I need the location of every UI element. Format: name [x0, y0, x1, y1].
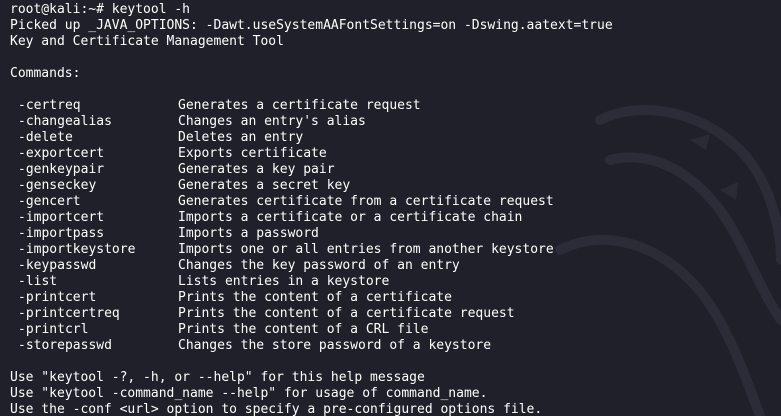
list-item: -certreq Generates a certificate request	[10, 98, 781, 114]
command-name: -delete	[18, 130, 73, 145]
commands-header: Commands:	[10, 66, 81, 81]
command-description: Imports one or all entries from another …	[178, 242, 554, 257]
list-item: -printcert Prints the content of a certi…	[10, 290, 781, 306]
commands-list: -certreq Generates a certificate request…	[10, 98, 781, 354]
list-item: -importkeystore Imports one or all entri…	[10, 242, 781, 258]
command-description: Generates a secret key	[178, 178, 351, 193]
command-description: Generates certificate from a certificate…	[178, 194, 554, 209]
command-name: -keypasswd	[18, 258, 97, 273]
list-item: -genseckey Generates a secret key	[10, 178, 781, 194]
list-item: -storepasswd Changes the store password …	[10, 338, 781, 354]
list-item: -genkeypair Generates a key pair	[10, 162, 781, 178]
command-name: -list	[18, 274, 58, 289]
command-description: Changes the store password of a keystore	[178, 338, 492, 353]
list-item: -keypasswd Changes the key password of a…	[10, 258, 781, 274]
conf-option-line: Use the -conf <url> option to specify a …	[10, 402, 543, 416]
command-name: -changealias	[18, 114, 112, 129]
usage-message-line: Use "keytool -command_name --help" for u…	[10, 386, 488, 401]
command-description: Prints the content of a certificate	[178, 290, 452, 305]
command-description: Imports a password	[178, 226, 319, 241]
terminal-output: root@kali:~# keytool -h Picked up _JAVA_…	[10, 2, 781, 416]
command-name: -importkeystore	[18, 242, 136, 257]
command-description: Lists entries in a keystore	[178, 274, 390, 289]
terminal-window[interactable]: root@kali:~# keytool -h Picked up _JAVA_…	[0, 0, 781, 416]
list-item: -delete Deletes an entry	[10, 130, 781, 146]
command-description: Prints the content of a certificate requ…	[178, 306, 515, 321]
list-item: -list Lists entries in a keystore	[10, 274, 781, 290]
command-name: -importcert	[18, 210, 105, 225]
command-prompt-line: root@kali:~# keytool -h	[10, 2, 191, 17]
list-item: -importcert Imports a certificate or a c…	[10, 210, 781, 226]
command-description: Generates a key pair	[178, 162, 335, 177]
command-description: Generates a certificate request	[178, 98, 421, 113]
command-description: Prints the content of a CRL file	[178, 322, 429, 337]
list-item: -gencert Generates certificate from a ce…	[10, 194, 781, 210]
list-item: -printcrl Prints the content of a CRL fi…	[10, 322, 781, 338]
command-name: -printcrl	[18, 322, 89, 337]
command-name: -printcertreq	[18, 306, 120, 321]
tool-title-line: Key and Certificate Management Tool	[10, 34, 284, 49]
help-message-line: Use "keytool -?, -h, or --help" for this…	[10, 370, 425, 385]
list-item: -importpass Imports a password	[10, 226, 781, 242]
command-name: -gencert	[18, 194, 81, 209]
command-name: -importpass	[18, 226, 105, 241]
java-options-line: Picked up _JAVA_OPTIONS: -Dawt.useSystem…	[10, 18, 613, 33]
list-item: -exportcert Exports certificate	[10, 146, 781, 162]
command-description: Imports a certificate or a certificate c…	[178, 210, 523, 225]
command-name: -certreq	[18, 98, 81, 113]
command-name: -genseckey	[18, 178, 97, 193]
command-description: Exports certificate	[178, 146, 327, 161]
list-item: -changealias Changes an entry's alias	[10, 114, 781, 130]
list-item: -printcertreq Prints the content of a ce…	[10, 306, 781, 322]
command-name: -storepasswd	[18, 338, 112, 353]
command-name: -genkeypair	[18, 162, 105, 177]
command-name: -printcert	[18, 290, 97, 305]
command-name: -exportcert	[18, 146, 105, 161]
command-description: Changes an entry's alias	[178, 114, 366, 129]
command-description: Deletes an entry	[178, 130, 304, 145]
command-description: Changes the key password of an entry	[178, 258, 460, 273]
